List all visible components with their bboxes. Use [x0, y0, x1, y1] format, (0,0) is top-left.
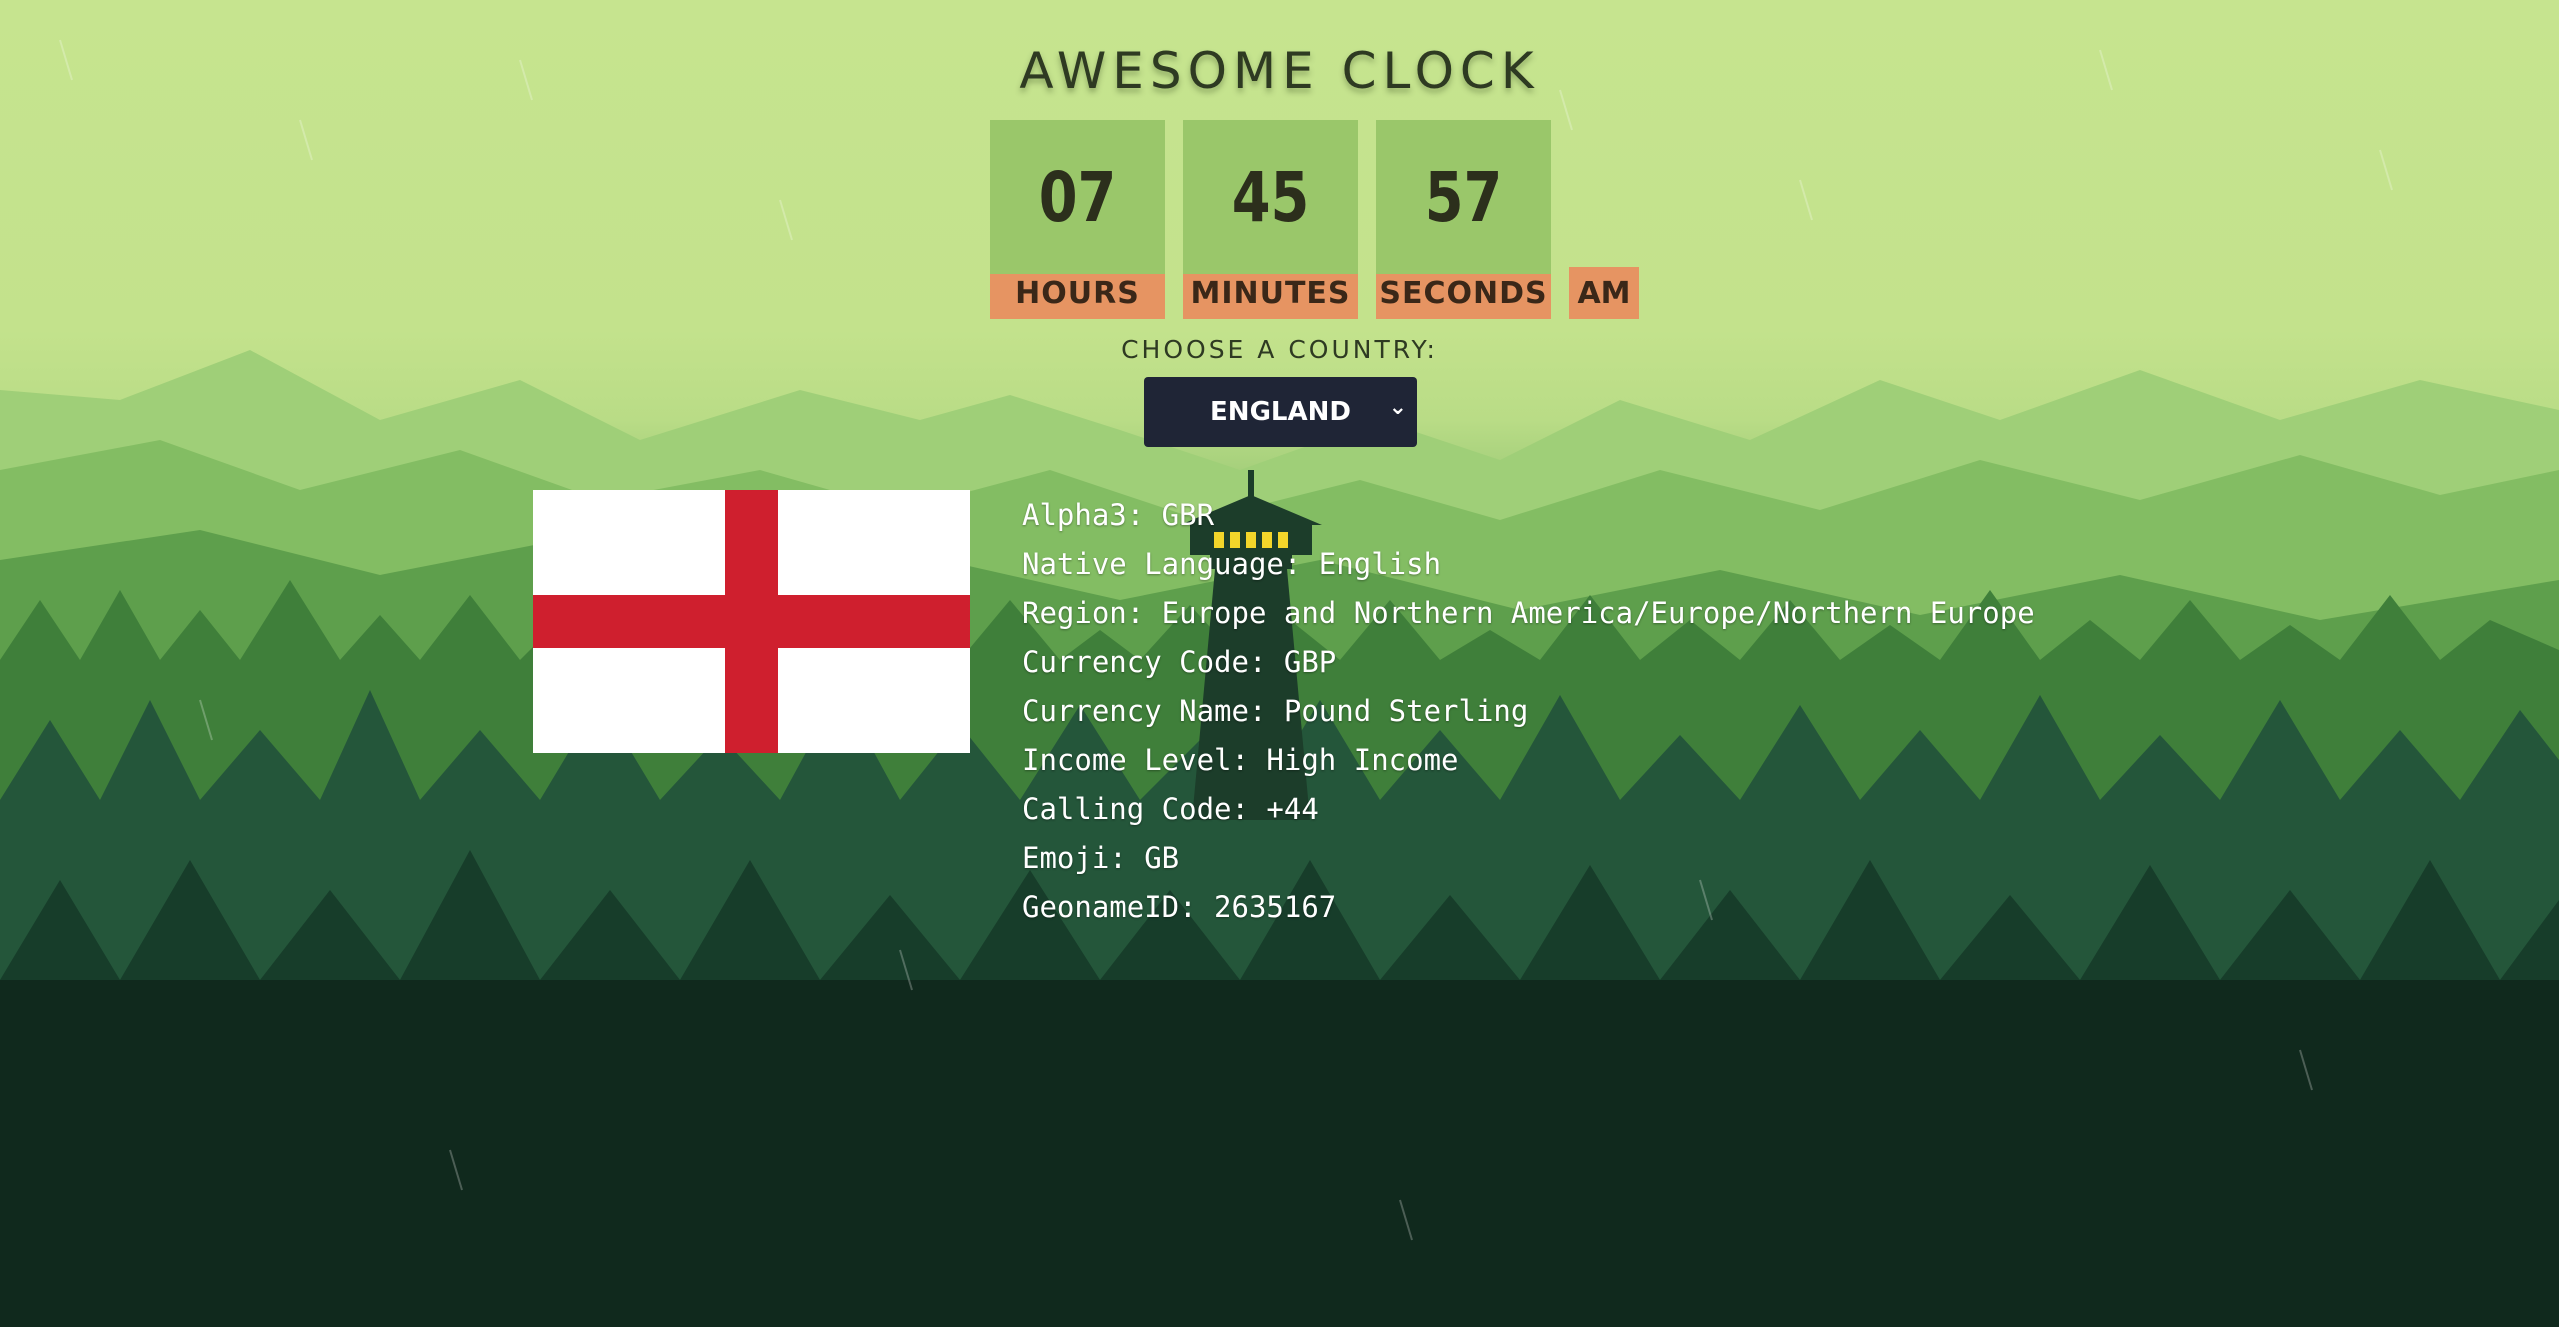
flag-cross-horizontal [533, 595, 970, 648]
minutes-label: MINUTES [1183, 267, 1358, 319]
choose-country-label: CHOOSE A COUNTRY: [1121, 335, 1438, 364]
country-select-value: ENGLAND [1210, 397, 1351, 427]
info-geoname-id: GeonameID: 2635167 [1022, 890, 1337, 924]
minutes-unit: 45 MINUTES [1183, 120, 1358, 319]
chevron-down-icon: ⌄ [1388, 395, 1407, 420]
minutes-value: 45 [1183, 120, 1358, 274]
country-info-list: Alpha3: GBR Native Language: English Reg… [1022, 496, 2035, 937]
seconds-label: SECONDS [1376, 267, 1551, 319]
info-native-language: Native Language: English [1022, 547, 1442, 581]
hours-unit: 07 HOURS [990, 120, 1165, 319]
country-select[interactable]: ENGLAND ⌄ [1144, 377, 1417, 447]
info-currency-name: Currency Name: Pound Sterling [1022, 694, 1529, 728]
seconds-value: 57 [1376, 120, 1551, 274]
hours-value: 07 [990, 120, 1165, 274]
info-emoji: Emoji: GB [1022, 841, 1180, 875]
clock-display: 07 HOURS 45 MINUTES 57 SECONDS AM [990, 120, 1639, 319]
app-title: AWESOME CLOCK [1019, 42, 1540, 100]
seconds-unit: 57 SECONDS [1376, 120, 1551, 319]
country-flag-image [533, 490, 970, 753]
info-alpha3: Alpha3: GBR [1022, 498, 1215, 532]
hours-label: HOURS [990, 267, 1165, 319]
info-calling-code: Calling Code: +44 [1022, 792, 1319, 826]
info-income-level: Income Level: High Income [1022, 743, 1459, 777]
am-pm-badge: AM [1569, 267, 1639, 319]
info-currency-code: Currency Code: GBP [1022, 645, 1337, 679]
info-region: Region: Europe and Northern America/Euro… [1022, 596, 2035, 630]
